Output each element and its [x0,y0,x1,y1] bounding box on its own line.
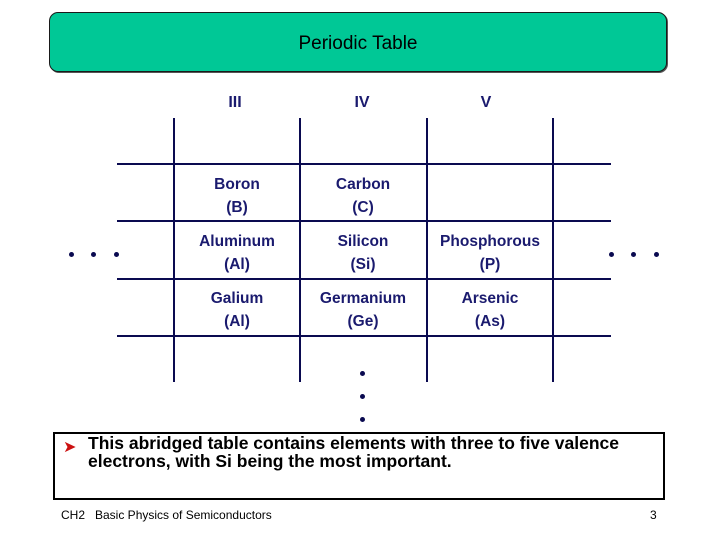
element-symbol: (C) [352,199,374,216]
element-name: Arsenic [461,290,519,307]
arrow-bullet-icon: ➤ [63,439,77,456]
element-name: Phosphorous [440,233,540,250]
grid-line-h1 [117,163,611,165]
element-symbol: (As) [474,313,506,330]
element-name: Galium [210,290,264,307]
element-cell: Galium (Al) [174,287,300,333]
grid-line-h3 [117,278,611,280]
grid-line-h2 [117,220,611,222]
slide-title: Periodic Table [298,33,418,54]
title-banner: Periodic Table [49,12,667,72]
element-cell: Carbon (C) [300,173,426,219]
element-symbol: (P) [479,256,501,273]
note-text: This abridged table contains elements wi… [88,433,619,471]
dot [654,252,659,257]
element-name: Boron [214,176,260,193]
element-symbol: (Al) [224,256,250,273]
dot [360,371,365,376]
dot [609,252,614,257]
dot [91,252,96,257]
element-name: Carbon [335,176,391,193]
dot [114,252,119,257]
element-name: Aluminum [199,233,275,250]
dot [69,252,74,257]
element-cell: Silicon (Si) [300,230,426,276]
grid-line-h4 [117,335,611,337]
element-name: Silicon [337,233,389,250]
element-symbol: (B) [226,199,248,216]
element-cell: Aluminum (Al) [174,230,300,276]
element-symbol: (Si) [350,256,376,273]
element-cell: Germanium (Ge) [300,287,426,333]
group-header-iii: III [228,94,242,111]
dot [360,417,365,422]
footer-chapter: CH2 Basic Physics of Semiconductors [61,508,272,522]
group-header-iv: IV [354,94,370,111]
element-cell: Phosphorous (P) [427,230,553,276]
group-header-v: V [480,94,492,111]
element-cell: Boron (B) [174,173,300,219]
element-symbol: (Al) [224,313,250,330]
dot [631,252,636,257]
element-symbol: (Ge) [347,313,379,330]
note-box: ➤ This abridged table contains elements … [53,432,665,500]
element-cell: Arsenic (As) [427,287,553,333]
footer-page-number: 3 [650,508,657,522]
dot [360,394,365,399]
element-name: Germanium [319,290,407,307]
